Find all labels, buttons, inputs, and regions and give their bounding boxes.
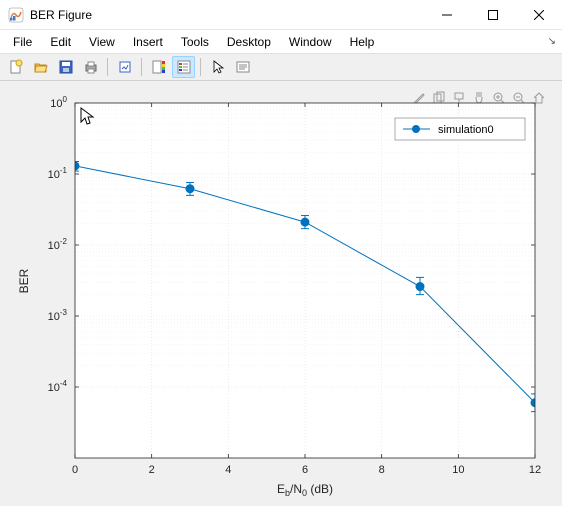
svg-text:10-4: 10-4 xyxy=(48,379,68,394)
menubar: File Edit View Insert Tools Desktop Wind… xyxy=(0,30,562,53)
colorbar-button[interactable] xyxy=(147,56,170,78)
plot-area: 0 2 4 6 8 10 12 100 10-1 10-2 10-3 10-4 Eb/N0 (dB)… xyxy=(0,81,562,506)
expand-icon[interactable]: ↘ xyxy=(548,36,556,47)
cursor-button[interactable] xyxy=(206,56,229,78)
svg-text:0: 0 xyxy=(72,464,78,476)
menu-insert[interactable]: Insert xyxy=(124,32,172,52)
x-axis-label: Eb/N0 (dB) xyxy=(277,482,333,498)
legend-label: simulation0 xyxy=(438,124,494,136)
new-figure-button[interactable] xyxy=(4,56,27,78)
menu-edit[interactable]: Edit xyxy=(41,32,80,52)
toolbar-separator xyxy=(200,58,201,76)
close-button[interactable] xyxy=(516,0,562,30)
minimize-button[interactable] xyxy=(424,0,470,30)
legend-button[interactable] xyxy=(172,56,195,78)
legend[interactable]: simulation0 xyxy=(395,118,525,140)
menu-view[interactable]: View xyxy=(80,32,124,52)
menu-file[interactable]: File xyxy=(4,32,41,52)
maximize-button[interactable] xyxy=(470,0,516,30)
menu-desktop[interactable]: Desktop xyxy=(218,32,280,52)
svg-text:10-1: 10-1 xyxy=(48,166,68,181)
save-button[interactable] xyxy=(54,56,77,78)
link-data-button[interactable] xyxy=(113,56,136,78)
svg-text:2: 2 xyxy=(149,464,155,476)
print-button[interactable] xyxy=(79,56,102,78)
svg-text:12: 12 xyxy=(529,464,541,476)
chart[interactable]: 0 2 4 6 8 10 12 100 10-1 10-2 10-3 10-4 Eb/N0 (dB)… xyxy=(0,81,562,506)
svg-text:10: 10 xyxy=(452,464,464,476)
menu-help[interactable]: Help xyxy=(341,32,384,52)
window-title: BER Figure xyxy=(30,8,424,22)
svg-text:4: 4 xyxy=(225,464,231,476)
toolbar-separator xyxy=(141,58,142,76)
toolbar-separator xyxy=(107,58,108,76)
insert-box-button[interactable] xyxy=(231,56,254,78)
titlebar: BER Figure xyxy=(0,0,562,30)
svg-text:10-2: 10-2 xyxy=(48,237,68,252)
toolbar xyxy=(0,53,562,81)
menu-tools[interactable]: Tools xyxy=(172,32,218,52)
svg-text:6: 6 xyxy=(302,464,308,476)
svg-text:10-3: 10-3 xyxy=(48,308,68,323)
svg-text:100: 100 xyxy=(50,95,67,110)
y-axis-label: BER xyxy=(17,268,31,293)
open-button[interactable] xyxy=(29,56,52,78)
app-icon xyxy=(8,7,24,23)
svg-text:8: 8 xyxy=(379,464,385,476)
menu-window[interactable]: Window xyxy=(280,32,341,52)
